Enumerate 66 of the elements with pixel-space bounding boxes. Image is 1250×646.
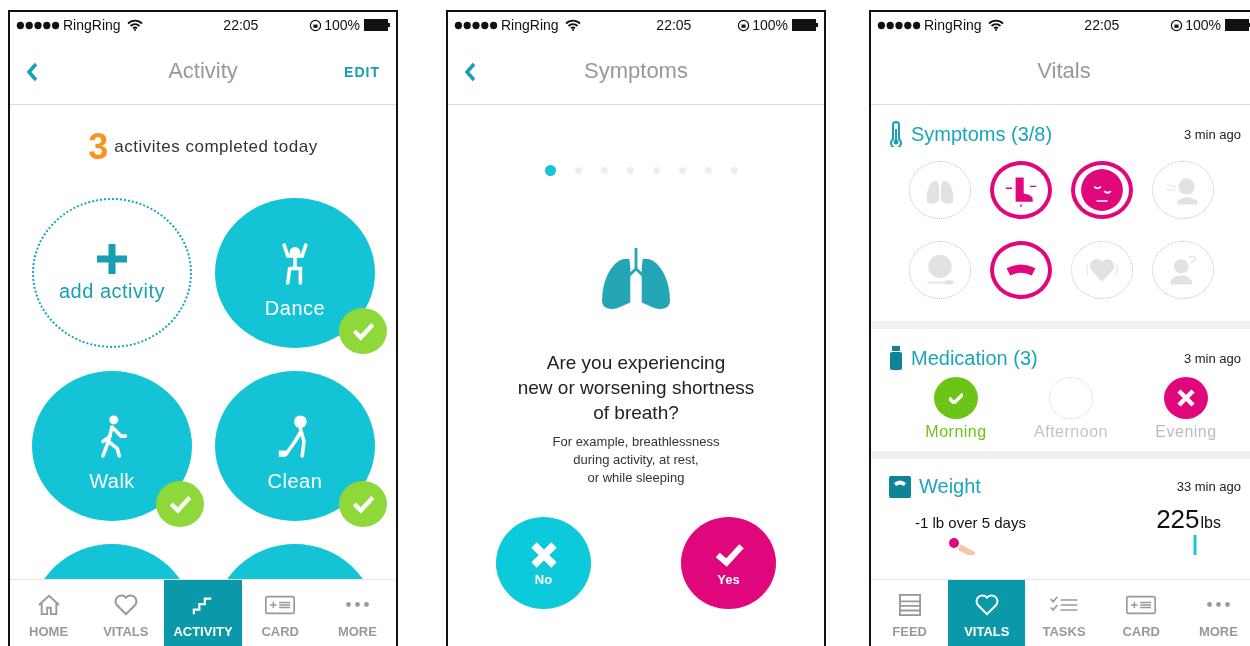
symptom-toggle[interactable]	[990, 241, 1052, 299]
battery-percent: 100%	[324, 17, 360, 33]
timestamp: 3 min ago	[1183, 126, 1241, 142]
rotation-lock-icon	[737, 18, 751, 32]
activity-tile[interactable]: Dance	[215, 198, 375, 348]
completed-count: 3	[88, 126, 109, 168]
summary-text: activites completed today	[114, 137, 318, 157]
screen-title: Symptoms	[584, 58, 688, 84]
cross-icon	[1177, 389, 1195, 407]
cross-icon	[528, 539, 559, 570]
answer-button[interactable]: Yes	[681, 517, 776, 609]
signal-icon	[877, 20, 921, 30]
wifi-icon	[126, 19, 143, 31]
symptom-toggle[interactable]	[990, 161, 1052, 219]
signal-icon	[454, 20, 498, 30]
symptom-toggle[interactable]	[1071, 161, 1133, 219]
pill-bottle-icon	[889, 345, 903, 371]
weight-unit: lbs	[1200, 514, 1221, 532]
hint-text: For example, breathlessness during activity, at rest, or while sleeping	[552, 433, 720, 487]
more-icon	[345, 601, 369, 607]
card-icon	[265, 593, 296, 616]
tab-item[interactable]: VITALS	[948, 580, 1026, 646]
wifi-icon	[987, 19, 1004, 31]
edit-button[interactable]: EDIT	[342, 62, 382, 82]
status-time: 22:05	[1083, 17, 1120, 33]
section-title: Weight	[919, 475, 981, 498]
wifi-icon	[564, 19, 581, 31]
timestamp: 33 min ago	[1176, 479, 1241, 494]
battery-icon	[792, 19, 818, 31]
carrier-name: RingRing	[924, 17, 982, 33]
dose-status[interactable]	[1164, 377, 1208, 419]
status-time: 22:05	[222, 17, 259, 33]
dose-label: Evening	[1155, 423, 1217, 441]
dose-label: Morning	[925, 423, 987, 441]
carrier-name: RingRing	[501, 17, 559, 33]
plus-icon	[97, 243, 127, 274]
activity-tile[interactable]: Clean	[215, 371, 375, 521]
battery-percent: 100%	[752, 17, 788, 33]
carrier-name: RingRing	[63, 17, 121, 33]
section-title: Symptoms (3/8)	[911, 122, 1053, 146]
screen-title: Vitals	[1037, 58, 1091, 84]
scale-icon	[889, 475, 911, 498]
dose-label: Afternoon	[1034, 423, 1108, 441]
check-icon	[949, 392, 963, 404]
status-time: 22:05	[655, 17, 692, 33]
page-dot[interactable]	[544, 165, 556, 176]
weight-change: -1 lb over 5 days	[915, 514, 1026, 531]
battery-percent: 100%	[1185, 17, 1221, 33]
sleeping-face-icon	[1080, 168, 1124, 212]
activity-tile[interactable]: Walk	[32, 371, 192, 521]
weight-value: 225	[1156, 504, 1200, 535]
answer-button[interactable]: No	[496, 517, 591, 609]
dose-status[interactable]	[934, 377, 978, 419]
rotation-lock-icon	[1170, 18, 1184, 32]
more-icon	[1206, 601, 1230, 607]
tab-item[interactable]: ACTIVITY	[164, 580, 242, 646]
battery-icon	[364, 19, 390, 31]
question-text: Are you experiencing new or worsening shortness of breath?	[517, 351, 755, 425]
add-activity-button[interactable]: add activity	[32, 198, 192, 348]
section-title: Medication (3)	[911, 346, 1038, 370]
card-icon	[1126, 593, 1157, 616]
screen-title: Activity	[168, 58, 238, 84]
signal-icon	[16, 20, 60, 30]
thermometer-icon	[889, 121, 903, 147]
timestamp: 3 min ago	[1183, 350, 1241, 366]
rotation-lock-icon	[309, 18, 323, 32]
